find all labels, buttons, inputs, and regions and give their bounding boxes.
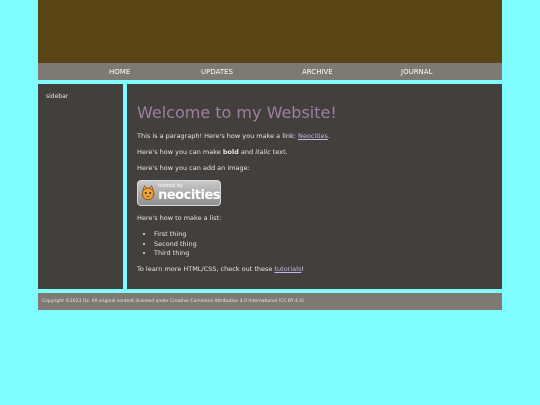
italic-text: italic	[255, 148, 271, 156]
site-container: HOME UPDATES ARCHIVE JOURNAL sidebar Wel…	[38, 0, 502, 310]
nav-home-link[interactable]: HOME	[109, 68, 130, 76]
bold-text: bold	[222, 148, 239, 156]
nav-journal-link[interactable]: JOURNAL	[401, 68, 433, 76]
tutorials-link[interactable]: tutorials	[274, 265, 301, 273]
paragraph-formatting: Here's how you can make bold and italic …	[137, 148, 288, 156]
paragraph-list: Here's how to make a list:	[137, 214, 222, 222]
nav-archive-link[interactable]: ARCHIVE	[302, 68, 333, 76]
nav-updates-link[interactable]: UPDATES	[201, 68, 233, 76]
neocities-cat-icon	[141, 185, 155, 200]
main-content: Welcome to my Website! This is a paragra…	[127, 84, 502, 289]
example-list: First thing Second thing Third thing	[137, 230, 492, 259]
list-item: First thing	[154, 230, 492, 240]
site-footer: Copyright ©2023 Oz. All original content…	[38, 293, 502, 310]
sidebar-label: sidebar	[46, 93, 69, 100]
badge-big-text: neocities	[158, 188, 220, 203]
paragraph-tutorials: To learn more HTML/CSS, check out these …	[137, 264, 304, 273]
neocities-badge-image[interactable]: hosted by neocities	[137, 180, 221, 206]
footer-text: Copyright ©2023 Oz. All original content…	[42, 299, 304, 304]
content-row: sidebar Welcome to my Website! This is a…	[38, 84, 502, 289]
list-item: Third thing	[154, 249, 492, 259]
site-header	[38, 0, 502, 63]
paragraph-link: This is a paragraph! Here's how you make…	[137, 132, 331, 140]
list-item: Second thing	[154, 240, 492, 250]
page-title: Welcome to my Website!	[137, 103, 337, 122]
sidebar: sidebar	[38, 84, 123, 289]
paragraph-image: Here's how you can add an image:	[137, 164, 250, 172]
navbar: HOME UPDATES ARCHIVE JOURNAL	[38, 63, 502, 80]
neocities-link[interactable]: Neocities	[298, 132, 328, 140]
